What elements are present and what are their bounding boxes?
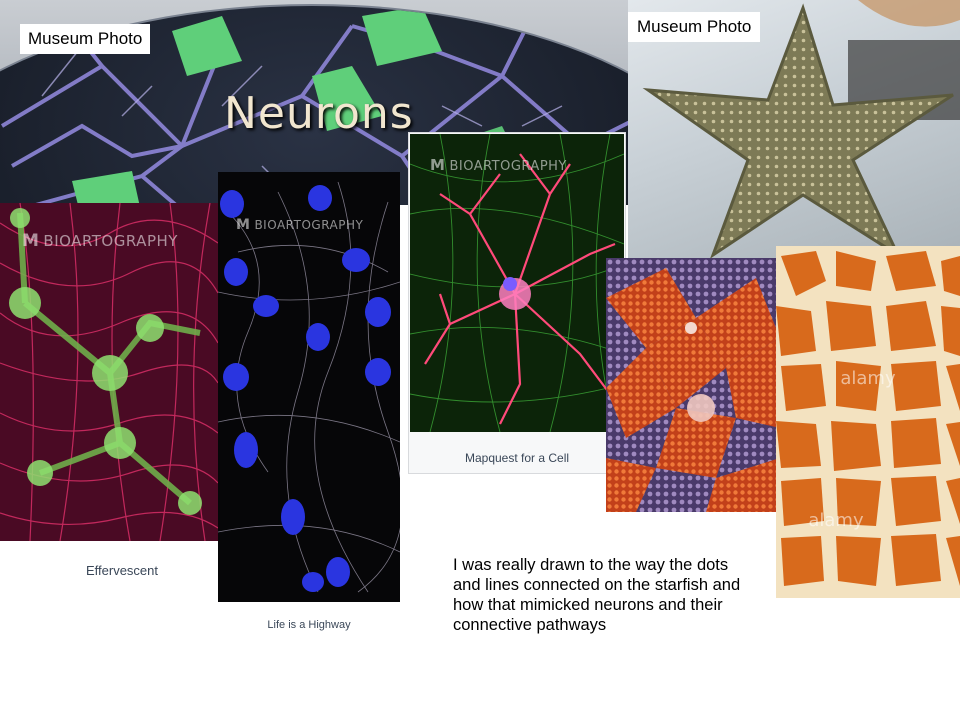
highway-cell-fibers: [218, 172, 400, 602]
museum-photo-label: Museum Photo: [20, 24, 151, 54]
bioartography-watermark: M BIOARTOGRAPHY: [236, 217, 364, 233]
mapquest-image: M BIOARTOGRAPHY: [410, 134, 624, 432]
effervescent-cell-network: [0, 203, 218, 541]
neurons-sign-title: Neurons: [224, 88, 414, 139]
bioartography-watermark: M BIOARTOGRAPHY: [430, 156, 567, 174]
mapquest-cell-network: [410, 134, 624, 432]
bioartography-watermark: M BIOARTOGRAPHY: [22, 231, 178, 251]
museum-photo-label: Museum Photo: [628, 12, 761, 42]
mapquest-caption: Mapquest for a Cell: [464, 451, 570, 465]
alamy-watermark: alamy: [840, 368, 896, 389]
starfish-closeup-image: [606, 258, 780, 512]
alamy-watermark: alamy: [808, 510, 864, 531]
highway-image: M BIOARTOGRAPHY: [218, 172, 400, 602]
starfish-closeup-image: alamy alamy: [776, 246, 960, 598]
highway-caption: Life is a Highway: [267, 619, 351, 631]
slide-description: I was really drawn to the way the dots a…: [453, 556, 741, 634]
effervescent-image: M BIOARTOGRAPHY: [0, 203, 218, 541]
effervescent-caption: Effervescent: [85, 563, 159, 578]
starfish-plate-pattern: alamy alamy: [776, 246, 960, 598]
starfish-surface-pattern: [606, 258, 780, 512]
